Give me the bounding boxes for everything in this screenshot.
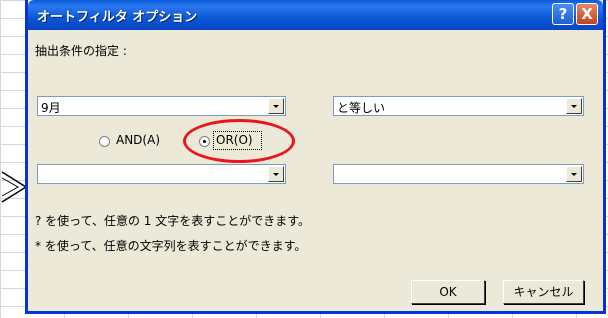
condition1-field-combo[interactable]: 9月 (37, 96, 286, 116)
highlight-ellipse (183, 119, 295, 163)
criteria-label: 抽出条件の指定 : (35, 44, 127, 58)
condition1-operator-combo[interactable]: と等しい (333, 96, 584, 116)
close-icon[interactable]: X (576, 3, 598, 25)
chevron-down-icon[interactable] (566, 166, 582, 182)
chevron-down-icon[interactable] (566, 98, 582, 114)
chevron-down-icon[interactable] (268, 98, 284, 114)
dialog-title: オートフィルタ オプション (37, 10, 198, 25)
ok-button[interactable]: OK (411, 280, 485, 304)
and-radio[interactable] (99, 136, 110, 147)
autofilter-options-dialog: オートフィルタ オプション ? X 抽出条件の指定 : 9月 と等しい AND(… (25, 0, 606, 314)
hint-any-string: * を使って、任意の文字列を表すことができます。 (35, 239, 307, 253)
hint-single-char: ? を使って、任意の 1 文字を表すことができます。 (35, 214, 311, 228)
condition2-operator-combo[interactable] (333, 164, 584, 184)
condition2-field-combo[interactable] (37, 164, 286, 184)
condition1-operator-value: と等しい (337, 101, 386, 115)
and-label[interactable]: AND(A) (116, 133, 160, 147)
cancel-button[interactable]: キャンセル (503, 280, 584, 304)
help-icon[interactable]: ? (552, 3, 574, 25)
title-bar[interactable]: オートフィルタ オプション ? X (28, 0, 603, 30)
condition1-field-value: 9月 (41, 101, 61, 115)
chevron-down-icon[interactable] (268, 166, 284, 182)
